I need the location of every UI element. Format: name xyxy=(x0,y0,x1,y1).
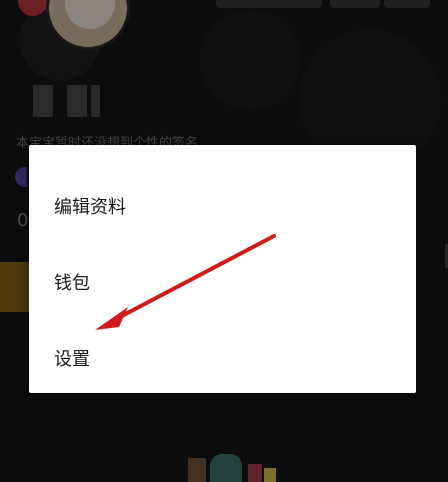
menu-item-settings[interactable]: 设置 xyxy=(29,309,416,385)
menu-item-label: 设置 xyxy=(54,349,90,370)
menu-item-label: 编辑资料 xyxy=(54,197,126,218)
profile-menu-dialog: 编辑资料 钱包 设置 xyxy=(29,145,416,393)
menu-item-label: 钱包 xyxy=(54,273,90,294)
menu-item-edit-profile[interactable]: 编辑资料 xyxy=(29,157,416,233)
menu-item-wallet[interactable]: 钱包 xyxy=(29,233,416,309)
